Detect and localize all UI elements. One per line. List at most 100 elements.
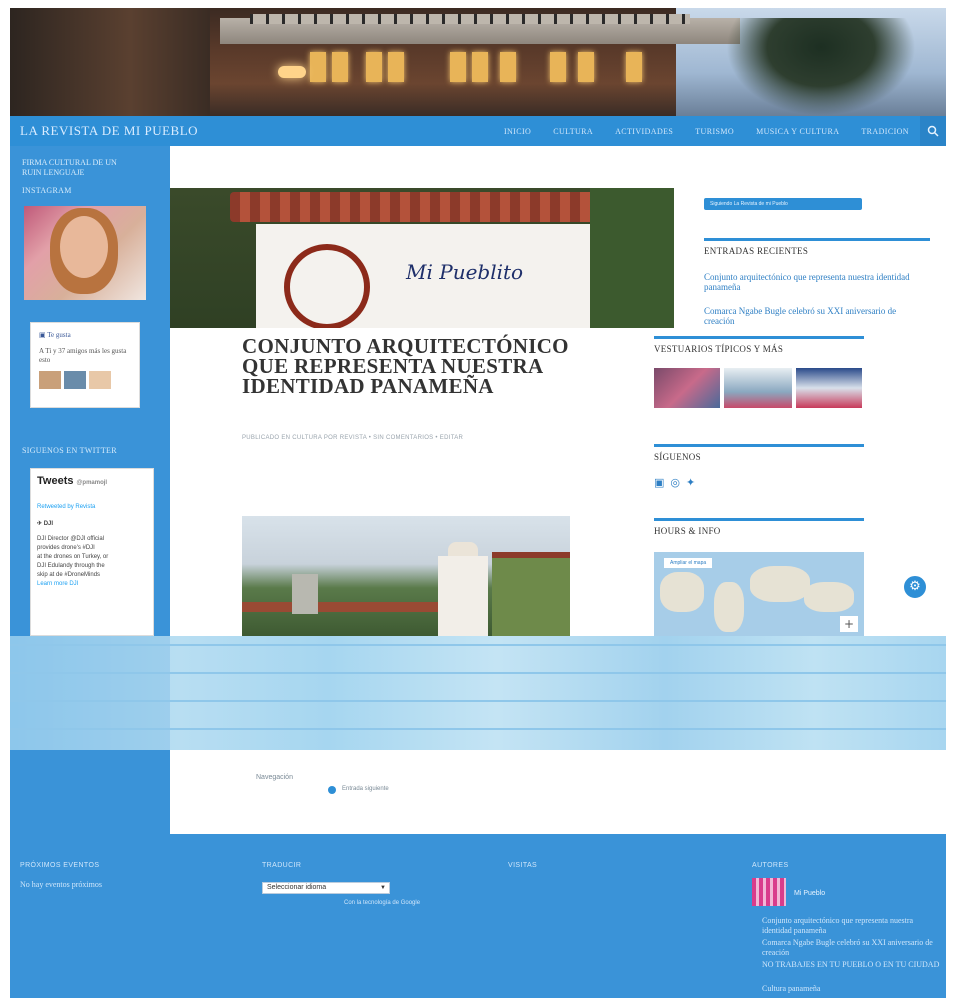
header-photo-window [366,52,382,82]
render-artifact-stripe [10,728,946,730]
avatar[interactable] [89,371,111,390]
footer-events-text: No hay eventos próximos [20,880,102,889]
gallery-thumbnail[interactable] [654,368,720,408]
recent-post-link[interactable]: Conjunto arquitectónico que representa n… [704,272,924,292]
avatar[interactable] [64,371,86,390]
author-post-link[interactable]: NO TRABAJES EN TU PUEBLO O EN TU CIUDAD [762,960,942,970]
post-featured-image[interactable]: Mi Pueblito [170,188,674,328]
nav-item-turismo[interactable]: TURISMO [684,127,745,136]
header-photo-window [450,52,466,82]
instagram-icon[interactable]: ◎ [670,476,680,489]
main-content: Mi Pueblito CONJUNTO ARQUITECTÓNICO QUE … [170,146,946,636]
header-photo-balcony [250,14,690,24]
widget-divider [654,336,864,339]
nav-item-tradicion[interactable]: TRADICION [850,127,920,136]
author-post-link[interactable]: Conjunto arquitectónico que representa n… [762,916,942,936]
left-sidebar: FIRMA CULTURAL DE UN RUIN LENGUAJE INSTA… [10,146,170,646]
nav-item-musica-y-cultura[interactable]: MUSICA Y CULTURA [745,127,850,136]
post-title[interactable]: CONJUNTO ARQUITECTÓNICO QUE REPRESENTA N… [242,336,602,397]
language-select[interactable]: Seleccionar idioma ▼ [262,882,390,894]
widget-divider [654,444,864,447]
author-avatar[interactable] [752,878,786,906]
footer-events-heading: PRÓXIMOS EVENTOS [20,862,100,869]
footer-visits-heading: VISITAS [508,862,538,869]
search-icon[interactable] [920,116,946,146]
header-photo-window [500,52,516,82]
map-landmass [750,566,810,602]
facebook-like-label: Te gusta [47,331,71,339]
next-arrow-icon[interactable] [328,786,336,794]
chevron-down-icon: ▼ [380,885,386,891]
twitter-icon[interactable]: ✦ [686,476,695,489]
facebook-like-box: ▣ Te gusta A Ti y 37 amigos más les gust… [30,322,140,408]
recent-post-link[interactable]: Comarca Ngabe Bugle celebró su XXI anive… [704,306,924,326]
nav-item-actividades[interactable]: ACTIVIDADES [604,127,684,136]
google-translate-credit[interactable]: Con la tecnología de Google [344,900,420,906]
header-photo-building-left [10,8,210,116]
tweet-text-line: skip at de #DroneMinds [37,572,101,578]
map-zoom-in-button[interactable]: + [840,616,858,632]
post-navigation-label: Navegación [256,774,293,781]
search-icon-glyph [927,125,939,137]
header-photo-window [578,52,594,82]
nav-item-inicio[interactable]: INICIO [493,127,542,136]
twitter-heading: SIGUENOS EN TWITTER [22,446,117,455]
language-select-value: Seleccionar idioma [267,884,327,891]
gallery-thumbnail[interactable] [724,368,792,408]
render-artifact-stripe [10,644,946,646]
hours-info-heading: HOURS & INFO [654,526,721,536]
tweet-text-line: DJI Director @DJI official [37,536,104,542]
map-enlarge-link[interactable]: Ampliar el mapa [664,558,713,568]
dji-logo-icon: ✈ [37,521,44,527]
widget-divider [654,518,864,521]
author-post-link[interactable]: Cultura panameña [762,984,942,994]
header-photo-window [550,52,566,82]
tweet-account-name[interactable]: DJI [44,521,53,527]
post-image-roof [242,602,442,612]
author-post-link[interactable]: Comarca Ngabe Bugle celebró su XXI anive… [762,938,942,958]
next-post-link[interactable]: Entrada siguiente [342,786,389,792]
nav-menu: INICIO CULTURA ACTIVIDADES TURISMO MUSIC… [493,116,946,146]
left-sidebar-lower [10,750,170,834]
render-artifact-stripe [10,672,946,674]
site-title[interactable]: LA REVISTA DE MI PUEBLO [10,123,450,139]
header-photo-window [332,52,348,82]
recent-posts-heading: ENTRADAS RECIENTES [704,246,809,256]
facebook-like-button[interactable]: ▣ Te gusta [39,331,131,339]
footer-translate-heading: TRADUCIR [262,862,302,869]
render-artifact-band [10,636,946,750]
facebook-icon[interactable]: ▣ [654,476,664,489]
gallery-heading: VESTUARIOS TÍPICOS Y MÁS [654,344,784,354]
header-photo-window [310,52,326,82]
tweet-text-line[interactable]: Learn more DJI [37,580,147,589]
post-image-fountain [292,574,318,614]
header-photo-palm [726,18,916,116]
accessibility-icon[interactable]: ⚙ [902,574,928,600]
map-landmass [714,582,744,632]
instagram-photo[interactable] [24,206,146,300]
featured-image-wagon-wheel [284,244,370,328]
featured-image-sign-text: Mi Pueblito [406,260,524,284]
follow-blog-button[interactable]: Siguiendo La Revista de mi Pueblo [704,198,862,210]
map-landmass [660,572,704,612]
header-photo-window [626,52,642,82]
widget-divider [704,238,930,241]
nav-item-cultura[interactable]: CULTURA [542,127,604,136]
author-name[interactable]: Mi Pueblo [794,890,825,897]
twitter-timeline: Tweets @pmamojl Retweeted by Revista ✈ D… [30,468,154,636]
facebook-icon: ▣ [39,331,48,339]
gallery-thumbnail[interactable] [796,368,862,408]
instagram-photo-face [60,216,108,278]
twitter-retweeted-by[interactable]: Retweeted by Revista [37,503,147,512]
render-artifact-shade [10,636,170,750]
avatar[interactable] [39,371,61,390]
twitter-timeline-title: Tweets @pmamojl [37,475,147,487]
post-body-image[interactable] [242,516,570,636]
social-heading: SÍGUENOS [654,452,701,462]
twitter-handle[interactable]: @pmamojl [77,480,108,486]
post-meta: PUBLICADO EN CULTURA POR REVISTA • SIN C… [242,435,464,441]
social-icons: ▣ ◎ ✦ [654,476,695,489]
location-map[interactable]: Ampliar el mapa + [654,552,864,636]
facebook-friends-text: A Ti y 37 amigos más les gusta esto [39,347,127,365]
header-photo [10,8,946,116]
